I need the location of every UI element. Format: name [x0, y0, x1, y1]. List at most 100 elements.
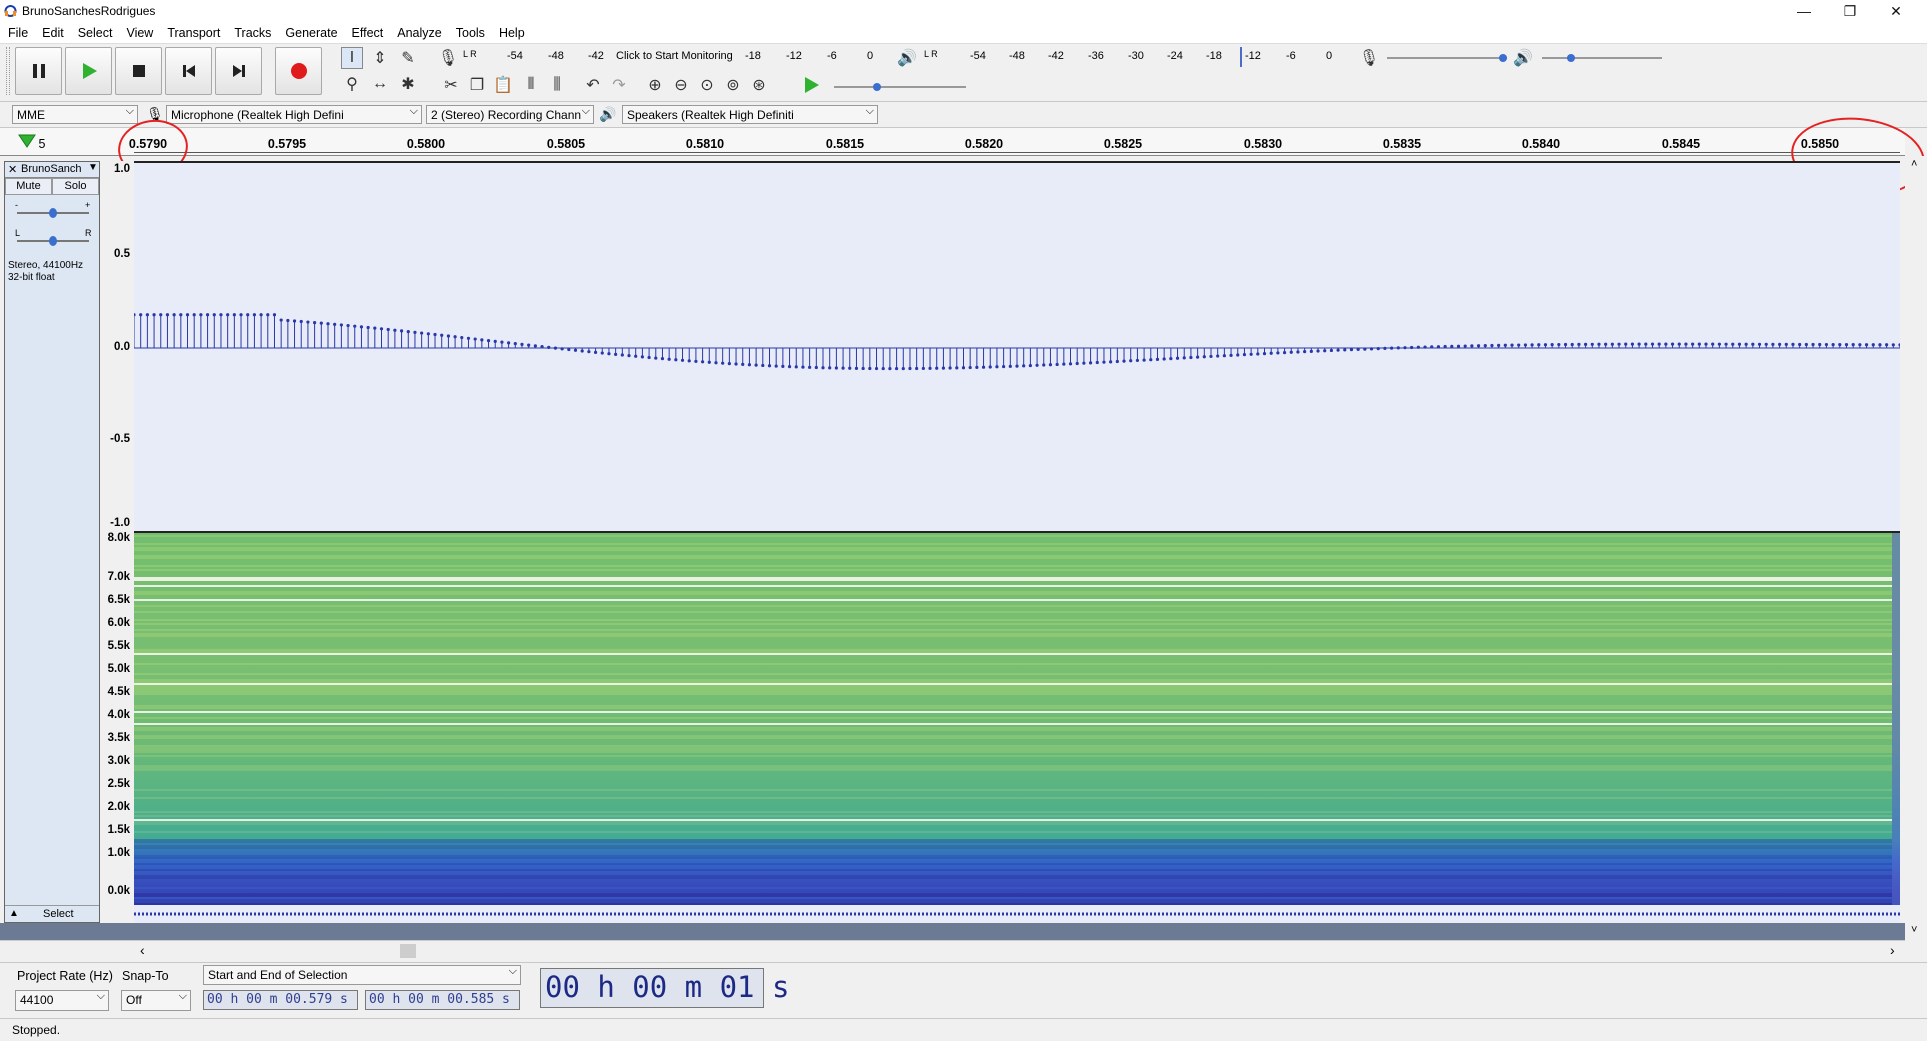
record-meter[interactable]: L R -54 -48 -42 Click to Start Monitorin…: [463, 47, 881, 69]
collapse-track-icon[interactable]: ▲: [9, 908, 19, 919]
spectrogram-band: [134, 581, 1892, 583]
sample-point: [1082, 361, 1086, 365]
selection-start-time[interactable]: 00 h 00 m 00.579 s: [203, 990, 358, 1010]
silence-audio-icon[interactable]: ⫼: [546, 74, 568, 96]
selection-end-time[interactable]: 00 h 00 m 00.585 s: [365, 990, 520, 1010]
menu-view[interactable]: View: [118, 22, 159, 44]
fit-project-icon[interactable]: ⊚: [722, 74, 744, 96]
gain-slider-thumb[interactable]: [49, 208, 57, 218]
multi-tool-icon[interactable]: ✱: [397, 73, 419, 95]
track-close-button[interactable]: ✕: [8, 163, 17, 176]
input-volume-thumb[interactable]: [1499, 54, 1507, 62]
spectrogram-band: [134, 671, 1892, 673]
transport-toolbar-grip[interactable]: [6, 47, 10, 95]
click-to-start-monitoring[interactable]: Click to Start Monitoring: [616, 50, 733, 62]
output-volume-slider[interactable]: [1542, 57, 1662, 59]
menu-generate[interactable]: Generate: [277, 22, 343, 44]
copy-icon[interactable]: ❐: [466, 74, 488, 96]
menu-analyze[interactable]: Analyze: [389, 22, 447, 44]
trim-audio-icon[interactable]: ⫴: [520, 74, 542, 96]
waveform-view[interactable]: [132, 161, 1902, 531]
playback-meter[interactable]: L R -54 -48 -42 -36 -30 -24 -18 -12 -6 0: [924, 47, 1340, 69]
menu-select[interactable]: Select: [70, 22, 119, 44]
skip-to-start-button[interactable]: [165, 47, 212, 95]
record-meter-icon[interactable]: 🎙: [437, 47, 459, 69]
scroll-left-icon[interactable]: ‹: [140, 942, 145, 958]
scroll-right-icon[interactable]: ›: [1890, 942, 1895, 958]
selection-mode-select[interactable]: Start and End of Selection: [203, 965, 521, 985]
spectrogram-band: [134, 739, 1892, 741]
select-track-button[interactable]: Select: [43, 908, 74, 920]
track-name-button[interactable]: BrunoSanch: [21, 163, 85, 175]
audio-host-select[interactable]: MME: [12, 105, 138, 124]
project-rate-select[interactable]: 44100: [15, 990, 109, 1011]
draw-tool-icon[interactable]: ✎: [397, 47, 419, 69]
menu-transport[interactable]: Transport: [159, 22, 226, 44]
play-button[interactable]: [65, 47, 112, 95]
timeline-ruler[interactable]: 5 0.5790 0.5795 0.5800 0.5805 0.5810 0.5…: [0, 128, 1905, 156]
sample-point: [1068, 362, 1073, 366]
solo-button[interactable]: Solo: [52, 178, 99, 195]
spectrogram-view[interactable]: [134, 531, 1900, 915]
sample-point: [533, 344, 537, 348]
fit-selection-icon[interactable]: ⊙: [696, 74, 718, 96]
recording-device-select[interactable]: Microphone (Realtek High Defini: [166, 105, 422, 124]
zoom-in-icon[interactable]: ⊕: [644, 74, 666, 96]
spectrogram-band: [134, 901, 1892, 903]
close-window-button[interactable]: ✕: [1873, 0, 1919, 22]
snap-to-select[interactable]: Off: [121, 990, 191, 1011]
record-button[interactable]: [275, 47, 322, 95]
input-volume-slider[interactable]: [1387, 57, 1507, 59]
stop-button[interactable]: [115, 47, 162, 95]
play-at-speed-slider[interactable]: [834, 86, 966, 88]
zoom-out-icon[interactable]: ⊖: [670, 74, 692, 96]
tools-toolbar: I ⇕ ✎ ⚲ ↔ ✱: [341, 47, 425, 95]
mute-button[interactable]: Mute: [5, 178, 52, 195]
redo-icon[interactable]: ↷: [608, 74, 630, 96]
menu-tools[interactable]: Tools: [448, 22, 491, 44]
play-at-speed-button[interactable]: [800, 74, 824, 98]
speaker-meter-icon[interactable]: 🔊: [896, 47, 918, 69]
skip-to-end-button[interactable]: [215, 47, 262, 95]
sample-point: [1202, 355, 1206, 359]
pause-button[interactable]: [15, 47, 62, 95]
playback-device-select[interactable]: Speakers (Realtek High Definiti: [622, 105, 878, 124]
envelope-tool-icon[interactable]: ⇕: [369, 47, 391, 69]
scroll-down-icon[interactable]: ˅: [1911, 924, 1917, 936]
vertical-ruler[interactable]: 1.0 0.5 0.0 -0.5 -1.0 8.0k 7.0k 6.5k 6.0…: [100, 161, 134, 923]
zoom-tool-icon[interactable]: ⚲: [341, 73, 363, 95]
vertical-scrollbar[interactable]: ˄ ˅: [1905, 156, 1927, 940]
sample-point: [888, 366, 892, 371]
sample-point: [854, 366, 859, 370]
selection-tool-icon[interactable]: I: [341, 47, 363, 69]
spectrogram-band: [134, 817, 1892, 819]
output-volume-thumb[interactable]: [1567, 54, 1575, 62]
maximize-button[interactable]: ❐: [1827, 0, 1873, 22]
menu-file[interactable]: File: [0, 22, 34, 44]
menu-effect[interactable]: Effect: [344, 22, 390, 44]
menu-help[interactable]: Help: [491, 22, 531, 44]
timeshift-tool-icon[interactable]: ↔: [369, 73, 391, 95]
play-head-triangle-icon[interactable]: [18, 134, 36, 148]
spectrogram-band: [134, 553, 1892, 555]
horizontal-scroll-thumb[interactable]: [400, 944, 416, 958]
sample-point: [1376, 346, 1380, 351]
pan-slider-thumb[interactable]: [49, 236, 57, 246]
track-control-panel[interactable]: ✕ BrunoSanch ▼ Mute Solo - + L R Stereo,…: [4, 161, 100, 923]
menu-edit[interactable]: Edit: [34, 22, 70, 44]
recording-channels-select[interactable]: 2 (Stereo) Recording Chann: [426, 105, 594, 124]
zoom-toggle-icon[interactable]: ⊛: [748, 74, 770, 96]
menu-tracks[interactable]: Tracks: [226, 22, 277, 44]
undo-icon[interactable]: ↶: [582, 74, 604, 96]
track-menu-chevron-icon[interactable]: ▼: [88, 162, 98, 173]
spectrogram-band: [134, 707, 1892, 709]
paste-icon[interactable]: 📋: [492, 74, 514, 96]
scroll-up-icon[interactable]: ˄: [1911, 158, 1917, 170]
minimize-button[interactable]: —: [1781, 0, 1827, 22]
sample-point: [1724, 342, 1728, 346]
horizontal-scrollbar[interactable]: ‹ ›: [0, 940, 1905, 960]
cut-icon[interactable]: ✂: [440, 74, 462, 96]
play-at-speed-thumb[interactable]: [873, 83, 881, 91]
sample-point: [941, 366, 946, 370]
audio-position-display[interactable]: 00 h 00 m 01 s: [540, 968, 789, 1008]
